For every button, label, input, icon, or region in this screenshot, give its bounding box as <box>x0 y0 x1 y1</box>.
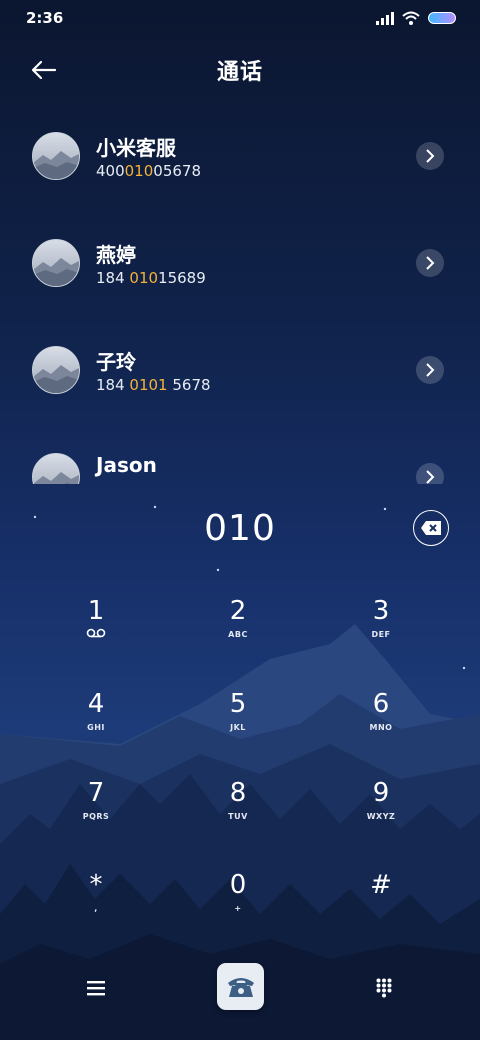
contact-detail-button[interactable] <box>416 356 444 384</box>
contact-name: Jason <box>96 453 157 477</box>
key-0[interactable]: 0 + <box>188 868 288 948</box>
contact-number: 40001005678 <box>96 162 201 180</box>
contact-list: 小米客服 40001005678 燕婷 184 01015689 子玲 184 … <box>0 110 480 484</box>
bottom-bar <box>0 960 480 1020</box>
key-4[interactable]: 4 GHI <box>46 687 146 767</box>
key-7[interactable]: 7 PQRS <box>46 776 146 856</box>
menu-icon <box>87 981 105 996</box>
contact-item[interactable]: 小米客服 40001005678 <box>0 110 480 210</box>
contact-item[interactable]: Jason <box>0 431 480 484</box>
call-button[interactable] <box>217 963 264 1010</box>
contact-item[interactable]: 燕婷 184 01015689 <box>0 217 480 317</box>
arrow-left-icon <box>31 60 57 80</box>
key-3[interactable]: 3 DEF <box>331 594 431 674</box>
signal-icon <box>376 11 394 25</box>
key-8[interactable]: 8 TUV <box>188 776 288 856</box>
key-6[interactable]: 6 MNO <box>331 687 431 767</box>
key-1[interactable]: 1 <box>46 594 146 674</box>
contact-name: 小米客服 <box>96 136 176 160</box>
contact-number: 184 01015689 <box>96 269 206 287</box>
menu-button[interactable] <box>80 972 112 1004</box>
status-bar: 2:36 <box>0 0 480 36</box>
contact-detail-button[interactable] <box>416 249 444 277</box>
dialpad-toggle-button[interactable] <box>368 972 400 1004</box>
avatar <box>32 239 80 287</box>
dial-input-display: 010 <box>204 507 276 549</box>
backspace-icon <box>421 521 441 535</box>
contact-name: 燕婷 <box>96 243 136 267</box>
key-2[interactable]: 2 ABC <box>188 594 288 674</box>
header: 通话 <box>0 48 480 92</box>
contact-number: 184 0101 5678 <box>96 376 211 394</box>
contact-name: 子玲 <box>96 350 136 374</box>
avatar <box>32 453 80 484</box>
key-9[interactable]: 9 WXYZ <box>331 776 431 856</box>
page-title: 通话 <box>216 60 263 85</box>
key-5[interactable]: 5 JKL <box>188 687 288 767</box>
status-time: 2:36 <box>26 9 64 27</box>
contact-detail-button[interactable] <box>416 142 444 170</box>
key-star[interactable]: * , <box>46 868 146 948</box>
avatar <box>32 132 80 180</box>
chevron-right-icon <box>426 256 435 270</box>
phone-icon <box>227 977 254 997</box>
dialpad-icon <box>376 978 392 998</box>
delete-button[interactable] <box>413 510 449 546</box>
voicemail-icon <box>86 628 106 638</box>
back-button[interactable] <box>26 54 62 86</box>
status-icons <box>376 11 456 25</box>
avatar <box>32 346 80 394</box>
battery-icon <box>428 12 456 24</box>
chevron-right-icon <box>426 363 435 377</box>
contact-item[interactable]: 子玲 184 0101 5678 <box>0 324 480 424</box>
chevron-right-icon <box>426 470 435 484</box>
contact-detail-button[interactable] <box>416 463 444 484</box>
wifi-icon <box>402 11 420 25</box>
chevron-right-icon <box>426 149 435 163</box>
key-hash[interactable]: # <box>331 868 431 948</box>
keypad: 1 2 ABC 3 DEF 4 GHI 5 JKL 6 MNO 7 PQRS 8… <box>0 590 480 930</box>
